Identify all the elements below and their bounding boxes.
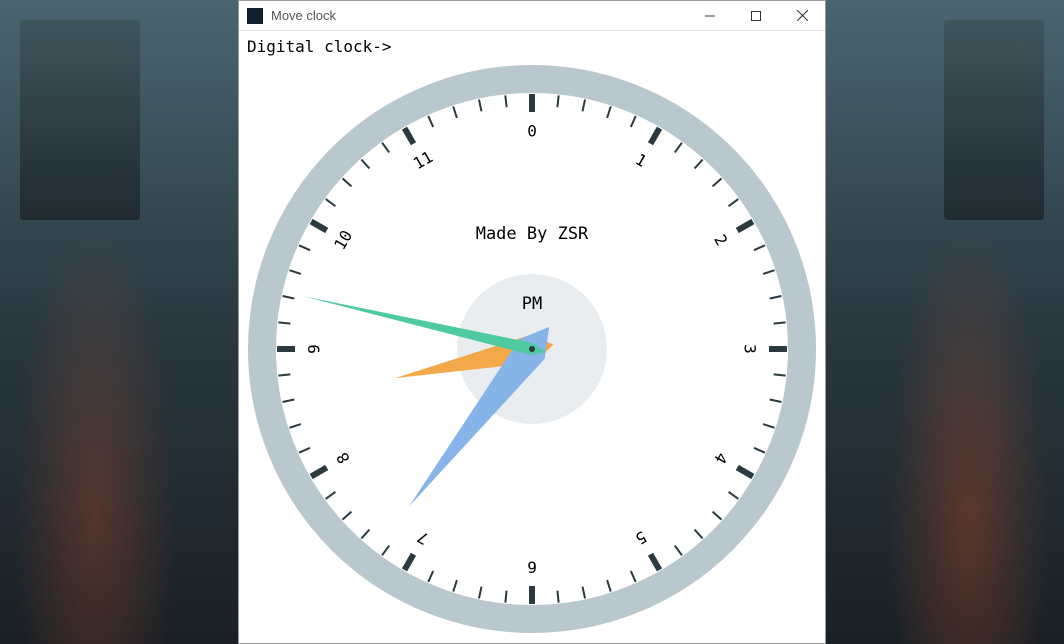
major-tick	[311, 468, 327, 477]
minor-tick	[763, 424, 774, 428]
major-tick	[651, 128, 660, 144]
hour-number: 6	[527, 558, 537, 577]
client-area: Digital clock-> 01234567891011 Made By Z…	[239, 31, 825, 643]
app-icon	[247, 8, 263, 24]
minor-tick	[713, 512, 722, 520]
minor-tick	[342, 512, 351, 520]
major-tick	[737, 468, 753, 477]
minor-tick	[774, 374, 786, 375]
minor-tick	[729, 199, 739, 206]
hour-number: 9	[305, 344, 324, 354]
minor-tick	[299, 448, 310, 453]
analog-clock: 0 1 2 3 4 5 6 7 8 9 10 11 Made By ZSR PM	[242, 49, 822, 643]
app-window: Move clock Digital clock-> 0123456789101…	[238, 0, 826, 644]
minor-tick	[675, 143, 682, 153]
maximize-button[interactable]	[733, 1, 779, 30]
major-tick	[737, 222, 753, 231]
minor-tick	[770, 296, 782, 298]
titlebar[interactable]: Move clock	[239, 1, 825, 31]
major-tick	[311, 222, 327, 231]
hour-number: 8	[333, 449, 354, 467]
minor-tick	[479, 100, 481, 112]
minor-tick	[453, 106, 457, 117]
minor-tick	[774, 322, 786, 323]
minor-tick	[675, 546, 682, 556]
minor-tick	[326, 492, 336, 499]
minor-tick	[729, 492, 739, 499]
minor-tick	[428, 116, 433, 127]
minor-tick	[607, 106, 611, 117]
wallpaper-left	[0, 0, 238, 644]
window-controls	[687, 1, 825, 30]
minor-tick	[583, 100, 585, 112]
hour-number: 10	[330, 227, 356, 253]
ampm-text: PM	[522, 294, 542, 314]
minor-tick	[631, 571, 636, 582]
major-tick	[405, 554, 414, 570]
minor-tick	[278, 322, 290, 323]
minor-tick	[361, 530, 369, 539]
minor-tick	[557, 95, 558, 107]
hour-number: 7	[414, 527, 432, 548]
minor-tick	[289, 270, 300, 274]
minor-tick	[382, 546, 389, 556]
close-button[interactable]	[779, 1, 825, 30]
minor-tick	[505, 591, 506, 603]
window-title: Move clock	[271, 8, 687, 23]
minor-tick	[283, 400, 295, 402]
minor-tick	[326, 199, 336, 206]
minor-tick	[299, 245, 310, 250]
hour-number: 2	[710, 231, 731, 249]
hour-number: 0	[527, 122, 537, 141]
minor-tick	[763, 270, 774, 274]
minor-tick	[479, 587, 481, 599]
credit-text: Made By ZSR	[476, 224, 589, 244]
minimize-button[interactable]	[687, 1, 733, 30]
minor-tick	[283, 296, 295, 298]
minor-tick	[713, 178, 722, 186]
minimize-icon	[705, 11, 715, 21]
clock-center-dot	[529, 346, 535, 352]
minor-tick	[428, 571, 433, 582]
hour-number: 1	[632, 150, 650, 171]
minor-tick	[770, 400, 782, 402]
major-tick	[405, 128, 414, 144]
minor-tick	[607, 580, 611, 591]
minor-tick	[631, 116, 636, 127]
wallpaper-right	[826, 0, 1064, 644]
minor-tick	[505, 95, 506, 107]
close-icon	[797, 10, 808, 21]
hour-number: 4	[710, 449, 731, 467]
minor-tick	[754, 448, 765, 453]
minor-tick	[583, 587, 585, 599]
minor-tick	[557, 591, 558, 603]
minor-tick	[342, 178, 351, 186]
hour-number: 5	[632, 527, 650, 548]
major-tick	[651, 554, 660, 570]
minor-tick	[278, 374, 290, 375]
hour-number: 11	[410, 147, 436, 173]
hour-number: 3	[741, 344, 760, 354]
minor-tick	[361, 159, 369, 168]
maximize-icon	[751, 11, 761, 21]
minor-tick	[695, 530, 703, 539]
minor-tick	[289, 424, 300, 428]
minor-tick	[754, 245, 765, 250]
minor-tick	[695, 159, 703, 168]
minor-tick	[382, 143, 389, 153]
minor-tick	[453, 580, 457, 591]
